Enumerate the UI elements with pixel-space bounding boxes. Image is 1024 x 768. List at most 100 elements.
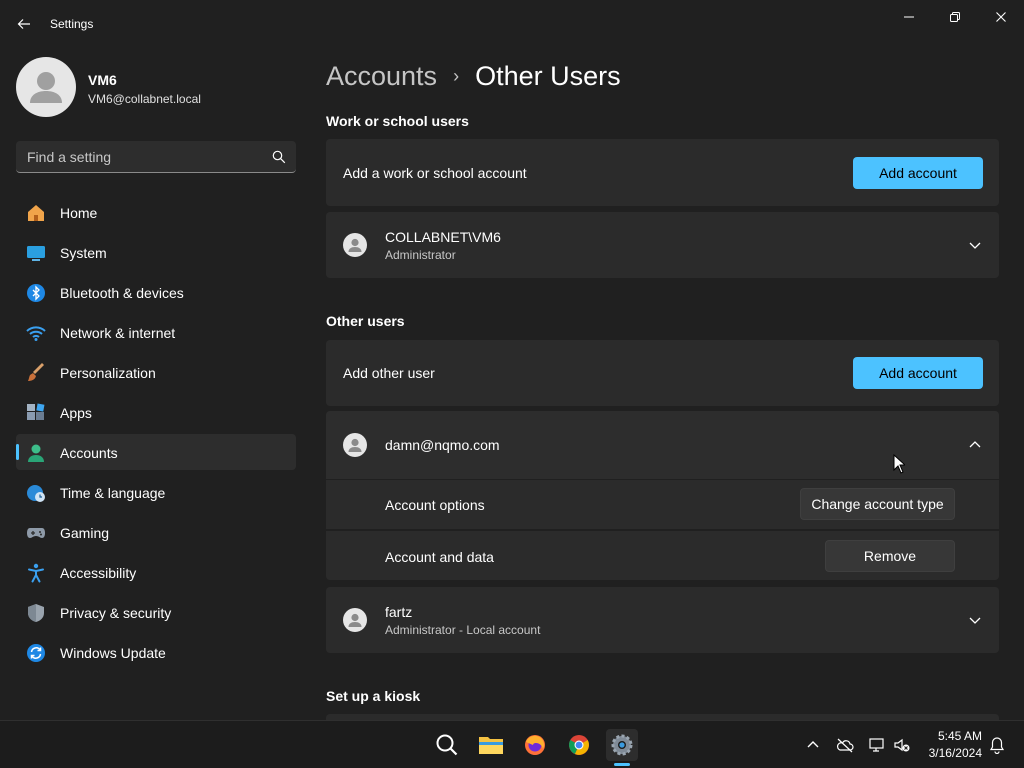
sidebar-item-label: Apps [60, 405, 92, 421]
user-icon [30, 72, 62, 103]
sidebar-item-time-language[interactable]: Time & language [16, 474, 296, 510]
clock-date[interactable]: 3/16/2024 [920, 746, 982, 760]
add-work-account-button[interactable]: Add account [853, 157, 983, 189]
shield-icon [28, 604, 44, 622]
sidebar-item-label: Personalization [60, 365, 156, 381]
sidebar-item-label: Accounts [60, 445, 118, 461]
sidebar-item-network[interactable]: Network & internet [16, 314, 296, 350]
accounts-icon [28, 444, 44, 462]
sidebar-item-label: Time & language [60, 485, 166, 501]
mouse-cursor-icon [893, 454, 905, 474]
restore-icon [950, 12, 960, 22]
firefox-icon [525, 735, 545, 755]
chevron-down-icon[interactable] [967, 612, 983, 628]
breadcrumb: Accounts › Other Users [326, 58, 621, 94]
taskbar: 5:45 AM 3/16/2024 [0, 720, 1024, 768]
taskbar-chrome[interactable] [563, 729, 595, 761]
close-button[interactable] [978, 2, 1024, 32]
chevron-down-icon[interactable] [967, 237, 983, 253]
sidebar-item-accessibility[interactable]: Accessibility [16, 554, 296, 590]
search-icon [272, 150, 286, 164]
add-work-account-card: Add a work or school account Add account [326, 139, 999, 206]
user-card-fartz[interactable]: fartz Administrator - Local account [326, 587, 999, 653]
chevron-up-icon[interactable] [804, 736, 822, 754]
sidebar-item-label: Network & internet [60, 325, 176, 341]
clock-time[interactable]: 5:45 AM [930, 729, 982, 743]
user-card-collabnet-vm6[interactable]: COLLABNET\VM6 Administrator [326, 212, 999, 278]
profile-email: VM6@collabnet.local [88, 92, 201, 106]
section-title-work: Work or school users [326, 113, 469, 129]
sidebar-item-gaming[interactable]: Gaming [16, 514, 296, 550]
user-name: fartz [385, 604, 413, 620]
apps-icon [27, 403, 45, 420]
user-icon [348, 238, 362, 252]
bluetooth-icon [27, 284, 45, 302]
user-role: Administrator [385, 248, 456, 262]
home-icon [28, 205, 44, 221]
sidebar-item-privacy-security[interactable]: Privacy & security [16, 594, 296, 630]
sidebar-item-label: Home [60, 205, 98, 221]
sidebar-item-bluetooth[interactable]: Bluetooth & devices [16, 274, 296, 310]
user-role: Administrator - Local account [385, 623, 541, 637]
chevron-up-icon[interactable] [967, 437, 983, 453]
gamepad-icon [27, 528, 45, 538]
account-data-label: Account and data [385, 549, 494, 565]
restore-button[interactable] [932, 2, 978, 32]
add-other-user-label: Add other user [343, 365, 435, 381]
search-icon [436, 734, 458, 756]
gear-icon [611, 734, 633, 756]
user-icon [348, 613, 362, 627]
accessibility-icon [28, 563, 44, 583]
account-data-row: Account and data Remove [326, 531, 999, 580]
remove-button[interactable]: Remove [825, 540, 955, 572]
account-options-row: Account options Change account type [326, 480, 999, 529]
taskbar-firefox[interactable] [519, 729, 551, 761]
sidebar-item-label: Gaming [60, 525, 110, 541]
wifi-icon [26, 326, 46, 341]
sidebar-item-apps[interactable]: Apps [16, 394, 296, 430]
sidebar-item-windows-update[interactable]: Windows Update [16, 634, 296, 670]
add-other-user-button[interactable]: Add account [853, 357, 983, 389]
user-avatar [343, 233, 367, 257]
onedrive-offline-icon[interactable] [836, 736, 854, 754]
minimize-button[interactable] [886, 2, 932, 32]
chrome-icon [569, 735, 589, 755]
search-input[interactable]: Find a setting [16, 141, 296, 173]
page-title: Other Users [475, 60, 621, 91]
sidebar-nav: Home System Bluetooth & devices Network … [16, 194, 296, 674]
title-bar: Settings [0, 0, 1024, 48]
sidebar-item-label: Privacy & security [60, 605, 172, 621]
sidebar-item-label: Windows Update [60, 645, 166, 661]
close-icon [996, 12, 1006, 22]
sidebar-item-personalization[interactable]: Personalization [16, 354, 296, 390]
taskbar-settings[interactable] [606, 729, 638, 761]
add-work-account-label: Add a work or school account [343, 165, 527, 181]
sidebar-item-label: Accessibility [60, 565, 137, 581]
change-account-type-button[interactable]: Change account type [800, 488, 955, 520]
notification-bell-icon[interactable] [988, 736, 1006, 754]
active-app-indicator [614, 763, 630, 766]
volume-muted-icon[interactable] [893, 736, 911, 754]
user-profile: VM6 VM6@collabnet.local [16, 57, 296, 117]
sidebar-item-label: Bluetooth & devices [60, 285, 184, 301]
add-other-user-card: Add other user Add account [326, 340, 999, 406]
folder-icon [479, 737, 503, 754]
sidebar-item-accounts[interactable]: Accounts [16, 434, 296, 470]
user-avatar [343, 433, 367, 457]
account-options-label: Account options [385, 497, 485, 513]
avatar[interactable] [16, 57, 76, 117]
taskbar-search-button[interactable] [431, 729, 463, 761]
sidebar-item-label: System [60, 245, 107, 261]
globe-clock-icon [27, 485, 45, 502]
breadcrumb-separator: › [453, 65, 460, 86]
user-avatar [343, 608, 367, 632]
breadcrumb-parent[interactable]: Accounts [326, 61, 437, 92]
section-title-kiosk: Set up a kiosk [326, 688, 421, 704]
app-title: Settings [50, 17, 94, 31]
sidebar-item-home[interactable]: Home [16, 194, 296, 230]
user-icon [348, 438, 362, 452]
sidebar-item-system[interactable]: System [16, 234, 296, 270]
back-button[interactable] [10, 10, 38, 38]
taskbar-file-explorer[interactable] [475, 729, 507, 761]
network-icon[interactable] [868, 736, 886, 754]
